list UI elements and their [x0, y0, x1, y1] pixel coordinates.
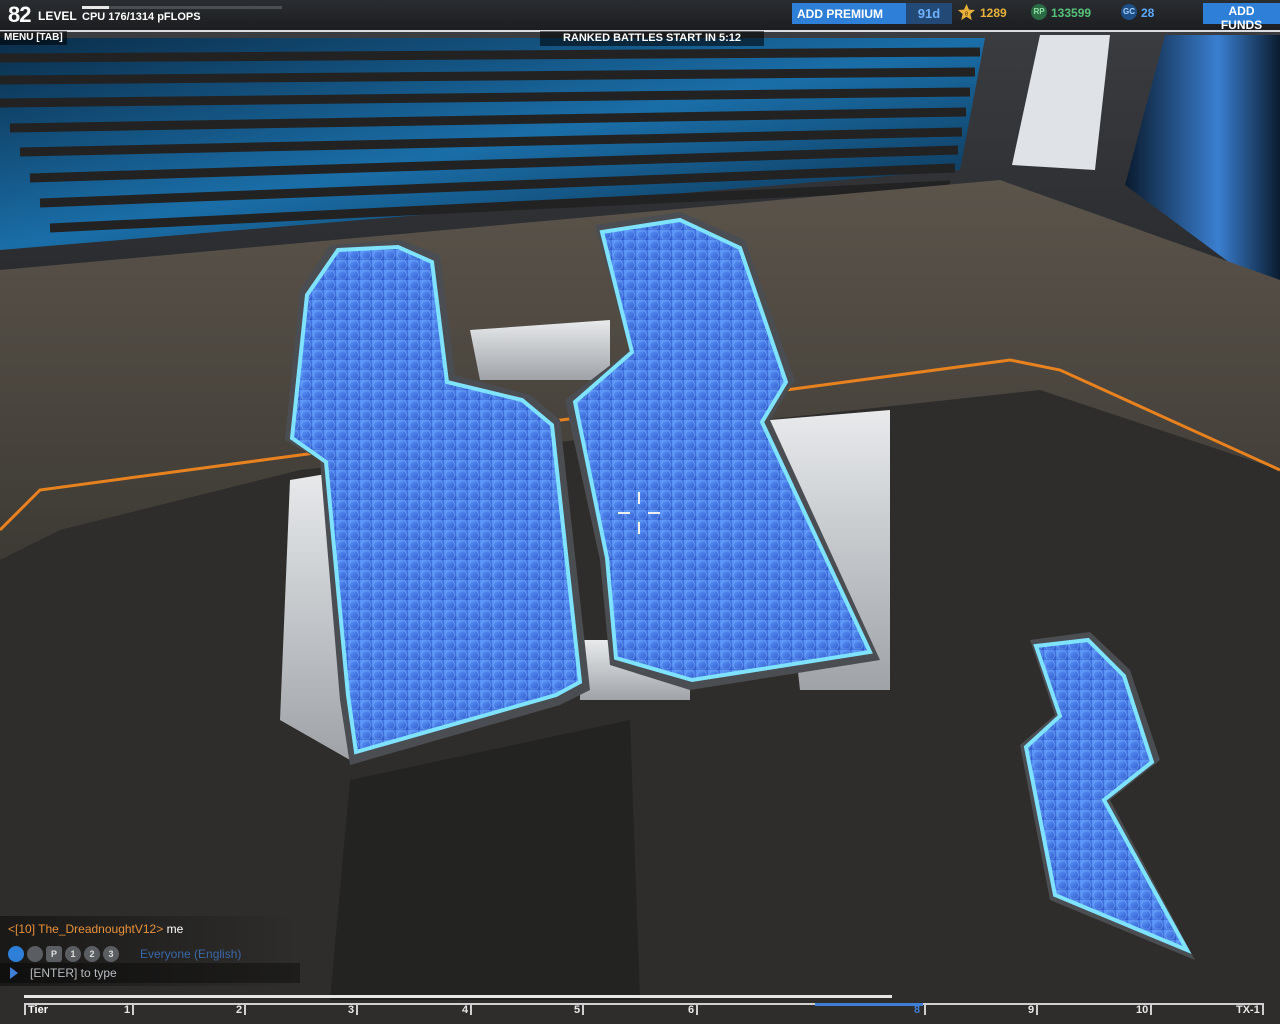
- robit-points-value: 133599: [1051, 6, 1092, 20]
- chat-channel-label: Everyone (English): [140, 947, 242, 961]
- tier-star-icon: 8: [957, 3, 976, 21]
- galaxy-cash-value: 28: [1141, 6, 1155, 20]
- tier-tick: [24, 1003, 26, 1015]
- tier-tick: [1036, 1003, 1038, 1015]
- tier-tick-label: 2: [236, 1004, 243, 1016]
- team1-icon[interactable]: 1: [65, 945, 81, 962]
- tier-tick: [132, 1003, 134, 1015]
- crosshair-person-icon[interactable]: [27, 945, 43, 962]
- tier-tick-label: 5: [574, 1004, 581, 1016]
- robit-points-icon: RP: [1031, 4, 1047, 20]
- ranked-battles-banner: RANKED BATTLES START IN 5:12: [540, 31, 764, 46]
- player-level-number: 82: [8, 2, 32, 27]
- tier-tick-label: TX-1: [1236, 1004, 1260, 1016]
- cpu-usage-text: CPU 176/1314 pFLOPS: [82, 11, 201, 23]
- galaxy-cash-icon: GC: [1121, 4, 1137, 20]
- tier-tick: [470, 1003, 472, 1015]
- tier-progress-bar: [24, 995, 892, 998]
- tier-ruler-track: [24, 1003, 1264, 1005]
- player-level-label: LEVEL: [38, 9, 77, 23]
- tier-tick-label: 10: [1136, 1004, 1149, 1016]
- tier-points-value: 1289: [980, 6, 1007, 20]
- cpu-usage-fill: [82, 6, 109, 9]
- menu-button[interactable]: MENU [TAB]: [0, 31, 67, 45]
- svg-text:8: 8: [965, 11, 968, 17]
- tier-tick-label: 1: [124, 1004, 131, 1016]
- crosshair-icon: [618, 492, 660, 534]
- tier-tick-label: 3: [348, 1004, 355, 1016]
- chat-channel-selector[interactable]: P123: [8, 945, 122, 963]
- party-icon[interactable]: P: [46, 945, 62, 962]
- team2-icon[interactable]: 2: [84, 945, 100, 962]
- tier-tick-label: 6: [688, 1004, 695, 1016]
- cpu-usage-bar: [82, 6, 282, 9]
- chat-message-text: me: [166, 922, 184, 936]
- tier-tick: [582, 1003, 584, 1015]
- tier-tick-label: 9: [1028, 1004, 1035, 1016]
- globe-icon[interactable]: [8, 945, 24, 962]
- tier-tick: [696, 1003, 698, 1015]
- tier-ruler-title: Tier: [28, 1004, 48, 1016]
- tier-tick: [924, 1003, 926, 1015]
- chat-message: <[10] The_DreadnoughtV12> me: [8, 922, 183, 936]
- premium-days-remaining: 91d: [906, 3, 952, 24]
- chat-input-placeholder[interactable]: [ENTER] to type: [30, 966, 117, 980]
- tier-current-indicator: [815, 1003, 923, 1006]
- chat-sender-name[interactable]: <[10] The_DreadnoughtV12>: [8, 922, 163, 936]
- tier-tick: [244, 1003, 246, 1015]
- add-premium-button[interactable]: ADD PREMIUM: [792, 3, 906, 24]
- tier-tick: [356, 1003, 358, 1015]
- team3-icon[interactable]: 3: [103, 945, 119, 962]
- tier-tick: [1150, 1003, 1152, 1015]
- tier-tick-label-current: 8: [914, 1004, 921, 1016]
- chat-arrow-icon: [10, 967, 18, 979]
- add-funds-button[interactable]: ADD FUNDS: [1203, 3, 1280, 32]
- tier-tick: [1262, 1003, 1264, 1015]
- tier-tick-label: 4: [462, 1004, 469, 1016]
